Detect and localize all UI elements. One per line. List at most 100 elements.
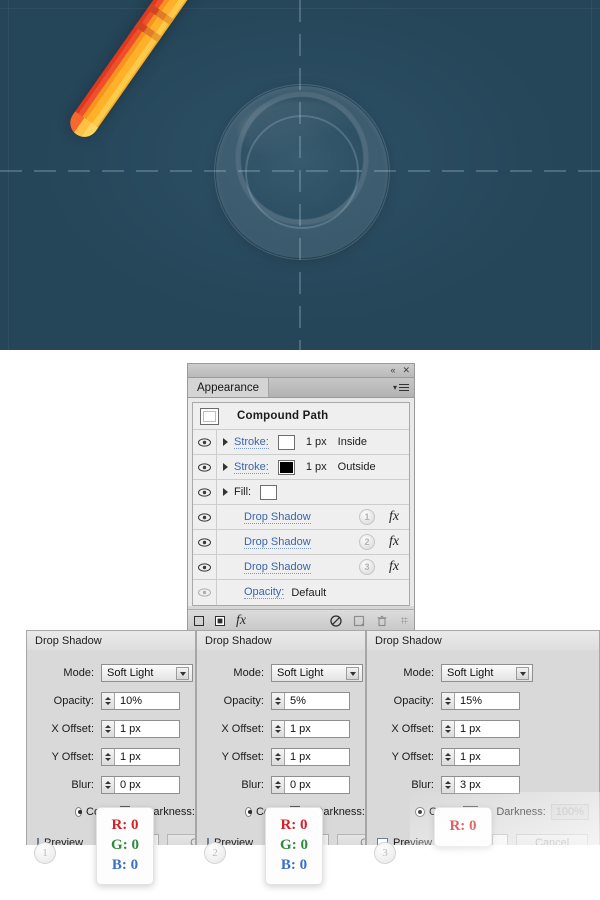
- visibility-toggle[interactable]: [193, 505, 217, 529]
- chevron-down-icon[interactable]: [176, 667, 189, 680]
- stepper-arrows-icon[interactable]: [442, 721, 455, 737]
- duplicate-item-icon[interactable]: [353, 615, 365, 627]
- blur-value[interactable]: 0 px: [115, 777, 179, 793]
- y-offset-stepper[interactable]: 1 px: [441, 748, 520, 766]
- opacity-label: Opacity:: [393, 695, 434, 707]
- stepper-arrows-icon[interactable]: [272, 749, 285, 765]
- fx-icon[interactable]: fx: [387, 559, 401, 575]
- opacity-stepper[interactable]: 5%: [271, 692, 350, 710]
- mode-select[interactable]: Soft Light: [101, 664, 193, 682]
- chevron-down-icon[interactable]: [516, 667, 529, 680]
- opacity-stepper[interactable]: 10%: [101, 692, 180, 710]
- blur-value[interactable]: 3 px: [455, 777, 519, 793]
- opacity-value[interactable]: 15%: [455, 693, 519, 709]
- blur-stepper[interactable]: 0 px: [101, 776, 180, 794]
- hero-illustration: [0, 0, 600, 350]
- stepper-arrows-icon[interactable]: [272, 693, 285, 709]
- stepper-arrows-icon[interactable]: [102, 749, 115, 765]
- add-new-stroke-icon[interactable]: [194, 615, 204, 626]
- stroke-link[interactable]: Stroke:: [234, 436, 269, 449]
- y-offset-value[interactable]: 1 px: [285, 749, 349, 765]
- appearance-row-effect-3[interactable]: Drop Shadow 3 fx: [193, 555, 409, 580]
- chevron-right-icon: [223, 463, 228, 471]
- x-offset-value[interactable]: 1 px: [285, 721, 349, 737]
- x-offset-value[interactable]: 1 px: [115, 721, 179, 737]
- blur-value[interactable]: 0 px: [285, 777, 349, 793]
- collapse-icon[interactable]: «: [390, 366, 395, 375]
- stepper-arrows-icon[interactable]: [102, 721, 115, 737]
- step-badge: 2: [359, 534, 375, 550]
- fx-icon[interactable]: fx: [387, 509, 401, 525]
- x-offset-stepper[interactable]: 1 px: [101, 720, 180, 738]
- stepper-arrows-icon[interactable]: [102, 693, 115, 709]
- panel-menu-caret-icon[interactable]: ▾: [393, 383, 397, 392]
- x-offset-stepper[interactable]: 1 px: [441, 720, 520, 738]
- appearance-object-row[interactable]: Compound Path: [193, 403, 409, 430]
- cancel-button[interactable]: C: [167, 833, 195, 845]
- visibility-toggle[interactable]: [193, 555, 217, 579]
- stroke-link[interactable]: Stroke:: [234, 461, 269, 474]
- chevron-down-icon[interactable]: [346, 667, 359, 680]
- stepper-arrows-icon[interactable]: [442, 777, 455, 793]
- appearance-row-fill[interactable]: Fill:: [193, 480, 409, 505]
- stroke-color-swatch[interactable]: [277, 459, 295, 475]
- expand-toggle[interactable]: [217, 463, 234, 471]
- tab-appearance[interactable]: Appearance: [188, 378, 270, 397]
- mode-select[interactable]: Soft Light: [441, 664, 533, 682]
- effect-link[interactable]: Drop Shadow: [244, 511, 311, 524]
- y-offset-stepper[interactable]: 1 px: [271, 748, 350, 766]
- visibility-toggle[interactable]: [193, 430, 217, 454]
- stepper-arrows-icon[interactable]: [442, 749, 455, 765]
- opacity-link[interactable]: Opacity:: [244, 586, 285, 599]
- blur-stepper[interactable]: 3 px: [441, 776, 520, 794]
- x-offset-value[interactable]: 1 px: [455, 721, 519, 737]
- expand-toggle[interactable]: [217, 488, 234, 496]
- appearance-row-opacity[interactable]: Opacity: Default: [193, 580, 409, 605]
- visibility-toggle[interactable]: [193, 580, 217, 605]
- panel-menu-icon[interactable]: [399, 382, 409, 393]
- color-radio[interactable]: [75, 807, 82, 817]
- stepper-arrows-icon[interactable]: [272, 777, 285, 793]
- color-radio[interactable]: [415, 807, 425, 817]
- fx-icon[interactable]: fx: [387, 534, 401, 550]
- resize-grip-icon[interactable]: [401, 617, 408, 624]
- add-new-fill-icon[interactable]: [215, 615, 225, 626]
- visibility-toggle[interactable]: [193, 530, 217, 554]
- appearance-row-effect-2[interactable]: Drop Shadow 2 fx: [193, 530, 409, 555]
- y-offset-value[interactable]: 1 px: [455, 749, 519, 765]
- x-offset-stepper[interactable]: 1 px: [271, 720, 350, 738]
- opacity-value[interactable]: 10%: [115, 693, 179, 709]
- stroke-color-swatch[interactable]: [277, 434, 295, 450]
- opacity-label: Opacity:: [53, 695, 94, 707]
- blur-label: Blur:: [241, 779, 264, 791]
- ok-button[interactable]: [492, 833, 509, 845]
- opacity-field-row: Opacity: 10%: [27, 690, 195, 712]
- visibility-toggle[interactable]: [193, 455, 217, 479]
- y-offset-stepper[interactable]: 1 px: [101, 748, 180, 766]
- fill-color-swatch[interactable]: [260, 484, 278, 500]
- effect-link[interactable]: Drop Shadow: [244, 561, 311, 574]
- delete-item-icon[interactable]: [376, 615, 388, 627]
- cancel-button[interactable]: C: [337, 833, 365, 845]
- mode-select[interactable]: Soft Light: [271, 664, 363, 682]
- appearance-row-effect-1[interactable]: Drop Shadow 1 fx: [193, 505, 409, 530]
- stepper-arrows-icon[interactable]: [102, 777, 115, 793]
- appearance-row-stroke-outside[interactable]: Stroke: 1 px Outside: [193, 455, 409, 480]
- clear-appearance-icon[interactable]: [330, 614, 342, 627]
- color-radio[interactable]: [245, 807, 252, 817]
- stepper-arrows-icon[interactable]: [442, 693, 455, 709]
- close-icon[interactable]: ✕: [402, 366, 410, 375]
- opacity-value[interactable]: 5%: [285, 693, 349, 709]
- effect-link[interactable]: Drop Shadow: [244, 536, 311, 549]
- opacity-stepper[interactable]: 15%: [441, 692, 520, 710]
- visibility-toggle[interactable]: [193, 480, 217, 504]
- blur-stepper[interactable]: 0 px: [271, 776, 350, 794]
- expand-toggle[interactable]: [217, 438, 234, 446]
- y-offset-value[interactable]: 1 px: [115, 749, 179, 765]
- eye-icon: [198, 512, 211, 522]
- stepper-arrows-icon[interactable]: [272, 721, 285, 737]
- add-new-effect-icon[interactable]: fx: [236, 613, 246, 629]
- x-offset-label: X Offset:: [51, 723, 94, 735]
- appearance-row-stroke-inside[interactable]: Stroke: 1 px Inside: [193, 430, 409, 455]
- cancel-button[interactable]: Cancel: [516, 833, 589, 845]
